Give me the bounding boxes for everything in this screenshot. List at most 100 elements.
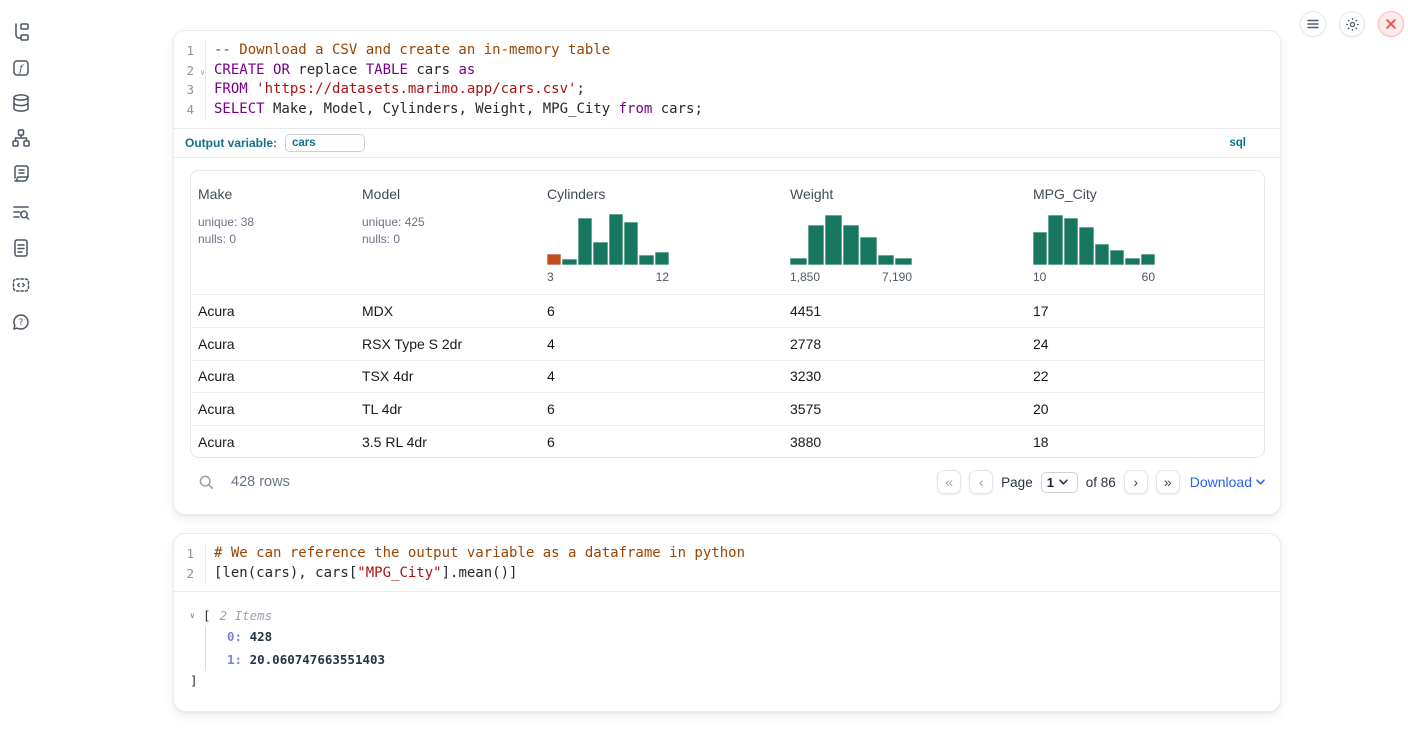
column-header-cylinders[interactable]: Cylinders 3 12 [540, 171, 783, 294]
code-token: ; [576, 81, 584, 97]
download-button[interactable]: Download [1190, 474, 1265, 490]
code-line[interactable]: 1-- Download a CSV and create an in-memo… [174, 41, 1280, 61]
histogram-bar [1033, 232, 1047, 265]
python-code-editor[interactable]: 1 # We can reference the output variable … [174, 534, 1280, 591]
column-header-make[interactable]: Make unique: 38 nulls: 0 [191, 171, 355, 294]
table-cell: Acura [191, 434, 355, 450]
first-page-button[interactable]: « [937, 470, 961, 494]
menu-button[interactable] [1300, 11, 1326, 37]
last-page-button[interactable]: » [1156, 470, 1180, 494]
next-page-button[interactable]: › [1124, 470, 1148, 494]
sql-code-editor[interactable]: 1-- Download a CSV and create an in-memo… [174, 31, 1280, 128]
logs-scroll-icon[interactable] [11, 163, 31, 183]
line-number: 4 [174, 100, 206, 120]
code-line[interactable]: 3FROM 'https://datasets.marimo.app/cars.… [174, 80, 1280, 100]
table-footer: 428 rows « ‹ Page 1 of 86 › » Download [190, 467, 1265, 497]
table-cell: Acura [191, 303, 355, 319]
table-cell: 4451 [783, 303, 1026, 319]
table-row[interactable]: AcuraMDX6445117 [191, 294, 1264, 327]
table-cell: RSX Type S 2dr [355, 336, 540, 352]
svg-text:?: ? [19, 318, 24, 328]
code-token [265, 62, 273, 78]
dependency-graph-icon[interactable] [11, 128, 31, 148]
table-row[interactable]: AcuraTL 4dr6357520 [191, 392, 1264, 425]
code-text: [len(cars), cars["MPG_City"].mean()] [206, 564, 517, 584]
table-cell: 4 [540, 368, 783, 384]
file-tree-icon[interactable] [11, 22, 31, 42]
item-value: 20.060747663551403 [250, 652, 385, 667]
help-chat-icon[interactable]: ? [11, 312, 31, 332]
table-row[interactable]: Acura3.5 RL 4dr6388018 [191, 425, 1264, 458]
code-token: ].mean()] [442, 565, 518, 581]
hist-max-label: 60 [1142, 270, 1155, 284]
hist-min-label: 1,850 [790, 270, 820, 284]
column-header-mpg-city[interactable]: MPG_City 10 60 [1026, 171, 1264, 294]
code-token: SELECT [214, 101, 265, 117]
hist-max-label: 7,190 [882, 270, 912, 284]
line-number: 1 [174, 544, 206, 564]
histogram-bar [1095, 244, 1109, 265]
code-text: CREATE OR replace TABLE cars as [206, 61, 475, 81]
column-label: Make [198, 186, 349, 202]
table-cell: 3230 [783, 368, 1026, 384]
prev-page-button[interactable]: ‹ [969, 470, 993, 494]
table-row[interactable]: AcuraTSX 4dr4323022 [191, 360, 1264, 393]
close-icon [1385, 18, 1397, 30]
table-cell: TL 4dr [355, 401, 540, 417]
collapse-chevron-icon[interactable]: ∨ [190, 611, 203, 620]
nulls-count: nulls: 0 [198, 231, 349, 248]
histogram-bar [578, 218, 592, 265]
code-token: "MPG_City" [357, 565, 441, 581]
column-label: Weight [790, 186, 1020, 202]
code-token [248, 81, 256, 97]
histogram-bar [624, 222, 638, 265]
code-line[interactable]: 2[len(cars), cars["MPG_City"].mean()] [174, 564, 1280, 584]
table-row[interactable]: AcuraRSX Type S 2dr4277824 [191, 327, 1264, 360]
database-icon[interactable] [11, 93, 31, 113]
code-token: CREATE [214, 62, 265, 78]
code-token: OR [273, 62, 290, 78]
code-line[interactable]: 2∨CREATE OR replace TABLE cars as [174, 61, 1280, 81]
line-number: 2 [174, 564, 206, 584]
output-variable-input[interactable] [285, 134, 365, 152]
close-bracket: ] [190, 672, 1280, 690]
code-token: -- Download a CSV and create an in-memor… [214, 42, 610, 58]
list-search-icon[interactable] [11, 202, 31, 222]
python-cell: 1 # We can reference the output variable … [173, 533, 1281, 712]
code-token: # We can reference the output variable a… [214, 545, 745, 561]
unique-count: unique: 38 [198, 214, 349, 231]
pagination: « ‹ Page 1 of 86 › » [937, 470, 1180, 494]
code-token: as [458, 62, 475, 78]
document-icon[interactable] [11, 238, 31, 258]
column-header-weight[interactable]: Weight 1,850 7,190 [783, 171, 1026, 294]
table-cell: 6 [540, 303, 783, 319]
code-token: cars; [652, 101, 703, 117]
page-select[interactable]: 1 [1041, 472, 1078, 493]
table-cell: 20 [1026, 401, 1264, 417]
histogram-bar [860, 237, 877, 265]
column-stats: unique: 38 nulls: 0 [198, 214, 349, 247]
code-line[interactable]: 4SELECT Make, Model, Cylinders, Weight, … [174, 100, 1280, 120]
column-header-model[interactable]: Model unique: 425 nulls: 0 [355, 171, 540, 294]
function-icon[interactable]: f [11, 58, 31, 78]
gear-icon [1345, 17, 1360, 32]
python-output: ∨ [ 2 Items 0: 4281: 20.060747663551403 … [174, 592, 1280, 690]
close-button[interactable] [1378, 11, 1404, 37]
table-cell: 3.5 RL 4dr [355, 434, 540, 450]
output-list-item: 0: 428 [227, 626, 1280, 649]
hist-min-label: 3 [547, 270, 554, 284]
histogram-bar [593, 242, 607, 265]
histogram-bar [790, 258, 807, 265]
table-cell: Acura [191, 368, 355, 384]
code-line[interactable]: 1 # We can reference the output variable … [174, 544, 1280, 564]
search-button[interactable] [198, 474, 215, 491]
line-number: 3 [174, 80, 206, 100]
histogram-bar [639, 255, 653, 265]
code-snippet-icon[interactable] [11, 275, 31, 295]
table-cell: 3575 [783, 401, 1026, 417]
menu-icon [1306, 17, 1320, 31]
settings-button[interactable] [1339, 11, 1365, 37]
hist-min-label: 10 [1033, 270, 1046, 284]
search-icon [198, 474, 215, 491]
code-token: 'https://datasets.marimo.app/cars.csv' [256, 81, 576, 97]
